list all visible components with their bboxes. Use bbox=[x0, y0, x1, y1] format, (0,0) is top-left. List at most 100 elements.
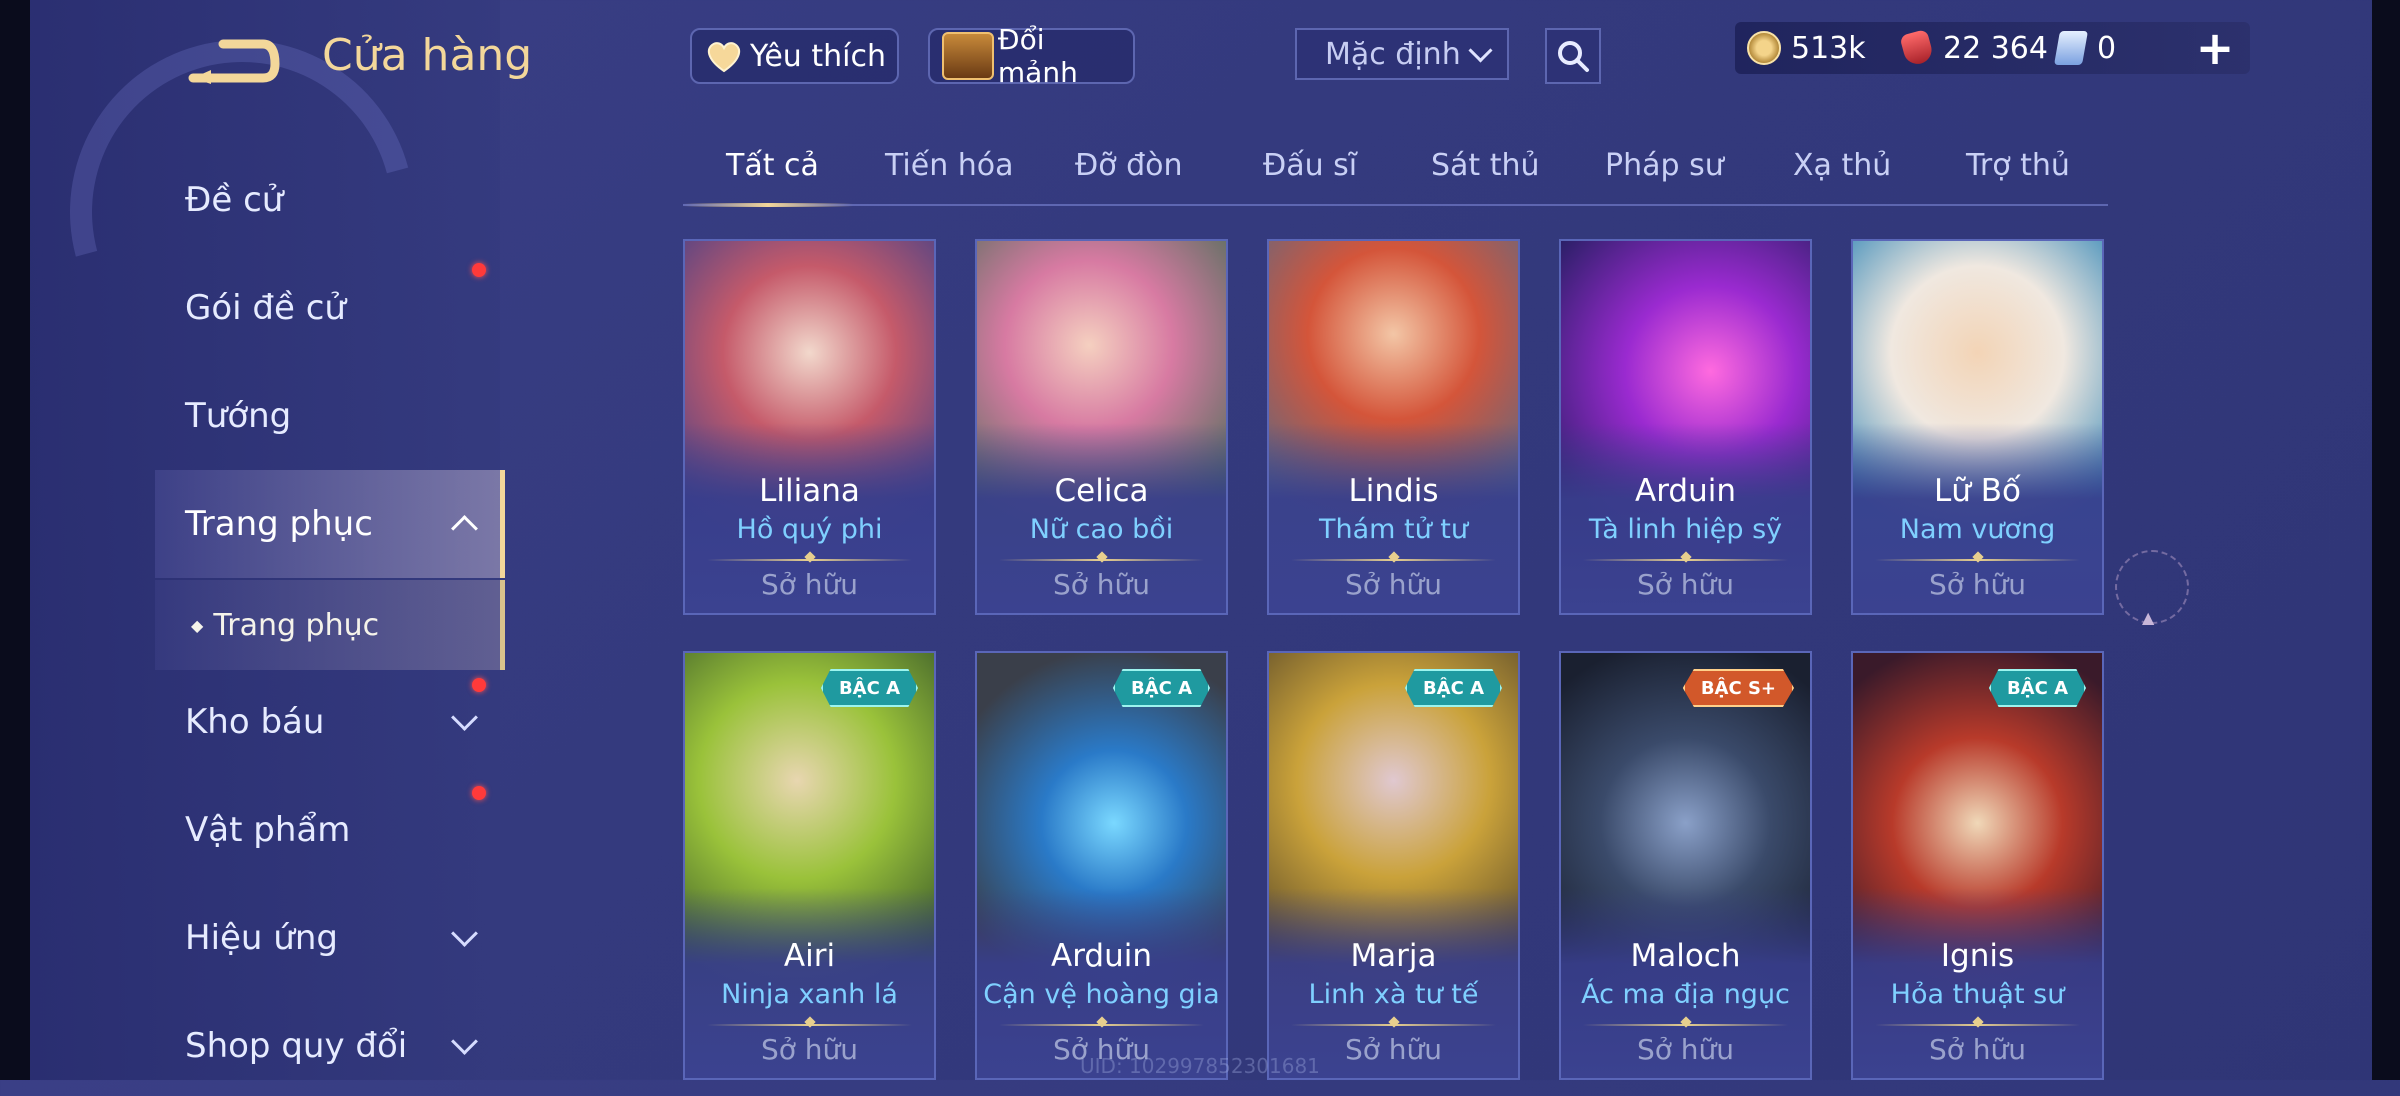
sidebar-item-items[interactable]: Vật phẩm bbox=[155, 780, 500, 880]
sidebar-item-label: Gói đề cử bbox=[185, 288, 346, 328]
sidebar-item-label: Tướng bbox=[185, 396, 292, 436]
sidebar-item-recommended-packs[interactable]: Gói đề cử bbox=[155, 258, 500, 358]
sidebar-item-treasure[interactable]: Kho báu bbox=[155, 672, 500, 772]
category-tabs: Tất cả Tiến hóa Đỡ đòn Đấu sĩ Sát thủ Ph… bbox=[683, 140, 2108, 207]
hero-name: Airi bbox=[783, 938, 836, 974]
sidebar-item-label: Shop quy đổi bbox=[185, 1026, 408, 1066]
skin-card[interactable]: BẬC A Ignis Hỏa thuật sư Sở hữu bbox=[1851, 651, 2104, 1080]
back-button[interactable] bbox=[185, 32, 280, 90]
sort-value: Mặc định bbox=[1325, 36, 1461, 72]
skin-name: Tà linh hiệp sỹ bbox=[1588, 514, 1783, 545]
right-screen-edge bbox=[2372, 0, 2400, 1080]
tier-badge: BẬC S+ bbox=[1682, 669, 1794, 707]
sidebar-item-recommended[interactable]: Đề cử bbox=[155, 150, 500, 250]
hero-name: Celica bbox=[1054, 473, 1149, 509]
skin-name: Linh xà tư tế bbox=[1308, 979, 1479, 1010]
skin-card[interactable]: BẬC A Airi Ninja xanh lá Sở hữu bbox=[683, 651, 936, 1080]
search-button[interactable] bbox=[1545, 28, 1601, 84]
sort-dropdown[interactable]: Mặc định bbox=[1295, 28, 1509, 80]
hero-name: Ignis bbox=[1940, 938, 2015, 974]
skin-name: Hỏa thuật sư bbox=[1890, 979, 2065, 1010]
card-divider bbox=[1583, 559, 1788, 561]
tab-evolution[interactable]: Tiến hóa bbox=[885, 148, 1014, 183]
card-divider bbox=[1583, 1024, 1788, 1026]
notification-dot bbox=[472, 678, 486, 692]
tab-mage[interactable]: Pháp sư bbox=[1605, 148, 1724, 183]
card-divider bbox=[707, 559, 912, 561]
pin-icon: ▲ bbox=[2142, 608, 2155, 627]
notification-dot bbox=[472, 786, 486, 800]
card-divider bbox=[999, 1024, 1204, 1026]
owned-status: Sở hữu bbox=[760, 568, 859, 601]
hero-name: Lindis bbox=[1348, 473, 1439, 509]
sidebar-subitem-label: Trang phục bbox=[213, 607, 380, 643]
tab-label: Tất cả bbox=[726, 148, 819, 183]
chevron-up-icon bbox=[451, 514, 478, 542]
sidebar-item-label: Đề cử bbox=[185, 180, 284, 220]
hero-name: Arduin bbox=[1635, 473, 1736, 509]
tab-assassin[interactable]: Sát thủ bbox=[1431, 148, 1540, 183]
skin-name: Ác ma địa ngục bbox=[1581, 979, 1790, 1010]
card-divider bbox=[1291, 1024, 1496, 1026]
treasure-chest-icon bbox=[942, 32, 994, 80]
sidebar-item-label: Kho báu bbox=[185, 702, 325, 742]
skin-card[interactable]: Liliana Hồ quý phi Sở hữu bbox=[683, 239, 936, 615]
skin-name: Nữ cao bồi bbox=[1029, 514, 1174, 545]
favorites-label: Yêu thích bbox=[750, 38, 886, 74]
chevron-down-icon bbox=[451, 919, 478, 947]
owned-status: Sở hữu bbox=[1052, 568, 1151, 601]
skin-card[interactable]: Arduin Tà linh hiệp sỹ Sở hữu bbox=[1559, 239, 1812, 615]
hero-name: Maloch bbox=[1630, 938, 1741, 974]
skin-card[interactable]: Lữ Bố Nam vương Sở hữu bbox=[1851, 239, 2104, 615]
owned-status: Sở hữu bbox=[1344, 568, 1443, 601]
sidebar-item-effects[interactable]: Hiệu ứng bbox=[155, 888, 500, 988]
exchange-shards-button[interactable]: Đổi mảnh bbox=[928, 23, 1135, 89]
gold-coin-icon bbox=[1747, 31, 1781, 65]
skin-card[interactable]: Celica Nữ cao bồi Sở hữu bbox=[975, 239, 1228, 615]
voucher-balance: 22 364 bbox=[1899, 22, 2048, 74]
sidebar-subitem-skins[interactable]: ◆ Trang phục bbox=[155, 580, 505, 670]
heart-icon bbox=[707, 42, 741, 73]
tab-label: Đấu sĩ bbox=[1263, 148, 1358, 183]
skin-name: Ninja xanh lá bbox=[721, 979, 898, 1010]
back-arrow-icon bbox=[188, 39, 280, 84]
gold-amount: 513k bbox=[1791, 30, 1866, 66]
hero-name: Arduin bbox=[1051, 938, 1152, 974]
sidebar-item-skins[interactable]: Trang phục bbox=[155, 470, 505, 578]
tab-support[interactable]: Trợ thủ bbox=[1966, 148, 2070, 183]
skin-card[interactable]: Lindis Thám tử tư Sở hữu bbox=[1267, 239, 1520, 615]
tab-tank[interactable]: Đỡ đòn bbox=[1075, 148, 1183, 183]
sidebar-item-label: Trang phục bbox=[185, 504, 373, 544]
user-id: UID: 102997852301681 bbox=[1080, 1054, 1320, 1078]
voucher-icon bbox=[1899, 28, 1935, 68]
tab-fighter[interactable]: Đấu sĩ bbox=[1263, 148, 1357, 183]
tier-badge: BẬC A bbox=[820, 669, 918, 707]
tab-label: Trợ thủ bbox=[1966, 148, 2070, 183]
add-currency-button[interactable]: + bbox=[2195, 21, 2235, 75]
ticket-icon bbox=[2054, 31, 2088, 65]
tab-marksman[interactable]: Xạ thủ bbox=[1793, 148, 1891, 183]
card-divider bbox=[1291, 559, 1496, 561]
tab-all[interactable]: Tất cả bbox=[726, 148, 819, 183]
search-icon bbox=[1558, 41, 1589, 72]
tab-label: Sát thủ bbox=[1431, 148, 1540, 183]
owned-status: Sở hữu bbox=[1928, 1033, 2027, 1066]
voucher-amount: 22 364 bbox=[1943, 30, 2048, 66]
card-divider bbox=[1875, 1024, 2080, 1026]
ticket-amount: 0 bbox=[2097, 30, 2117, 66]
active-tab-indicator bbox=[683, 203, 853, 207]
owned-status: Sở hữu bbox=[1636, 568, 1735, 601]
tab-label: Pháp sư bbox=[1605, 148, 1724, 183]
owned-status: Sở hữu bbox=[760, 1033, 859, 1066]
card-divider bbox=[999, 559, 1204, 561]
skin-card[interactable]: BẬC A Arduin Cận vệ hoàng gia Sở hữu bbox=[975, 651, 1228, 1080]
owned-status: Sở hữu bbox=[1928, 568, 2027, 601]
left-screen-edge bbox=[0, 0, 30, 1080]
skin-card[interactable]: BẬC S+ Maloch Ác ma địa ngục Sở hữu bbox=[1559, 651, 1812, 1080]
skin-card[interactable]: BẬC A Marja Linh xà tư tế Sở hữu bbox=[1267, 651, 1520, 1080]
sidebar-item-exchange-shop[interactable]: Shop quy đổi bbox=[155, 996, 500, 1096]
chevron-down-icon bbox=[1468, 38, 1493, 63]
sidebar-item-heroes[interactable]: Tướng bbox=[155, 366, 500, 466]
favorites-button[interactable]: Yêu thích bbox=[690, 28, 899, 84]
plus-icon: + bbox=[2195, 21, 2235, 75]
